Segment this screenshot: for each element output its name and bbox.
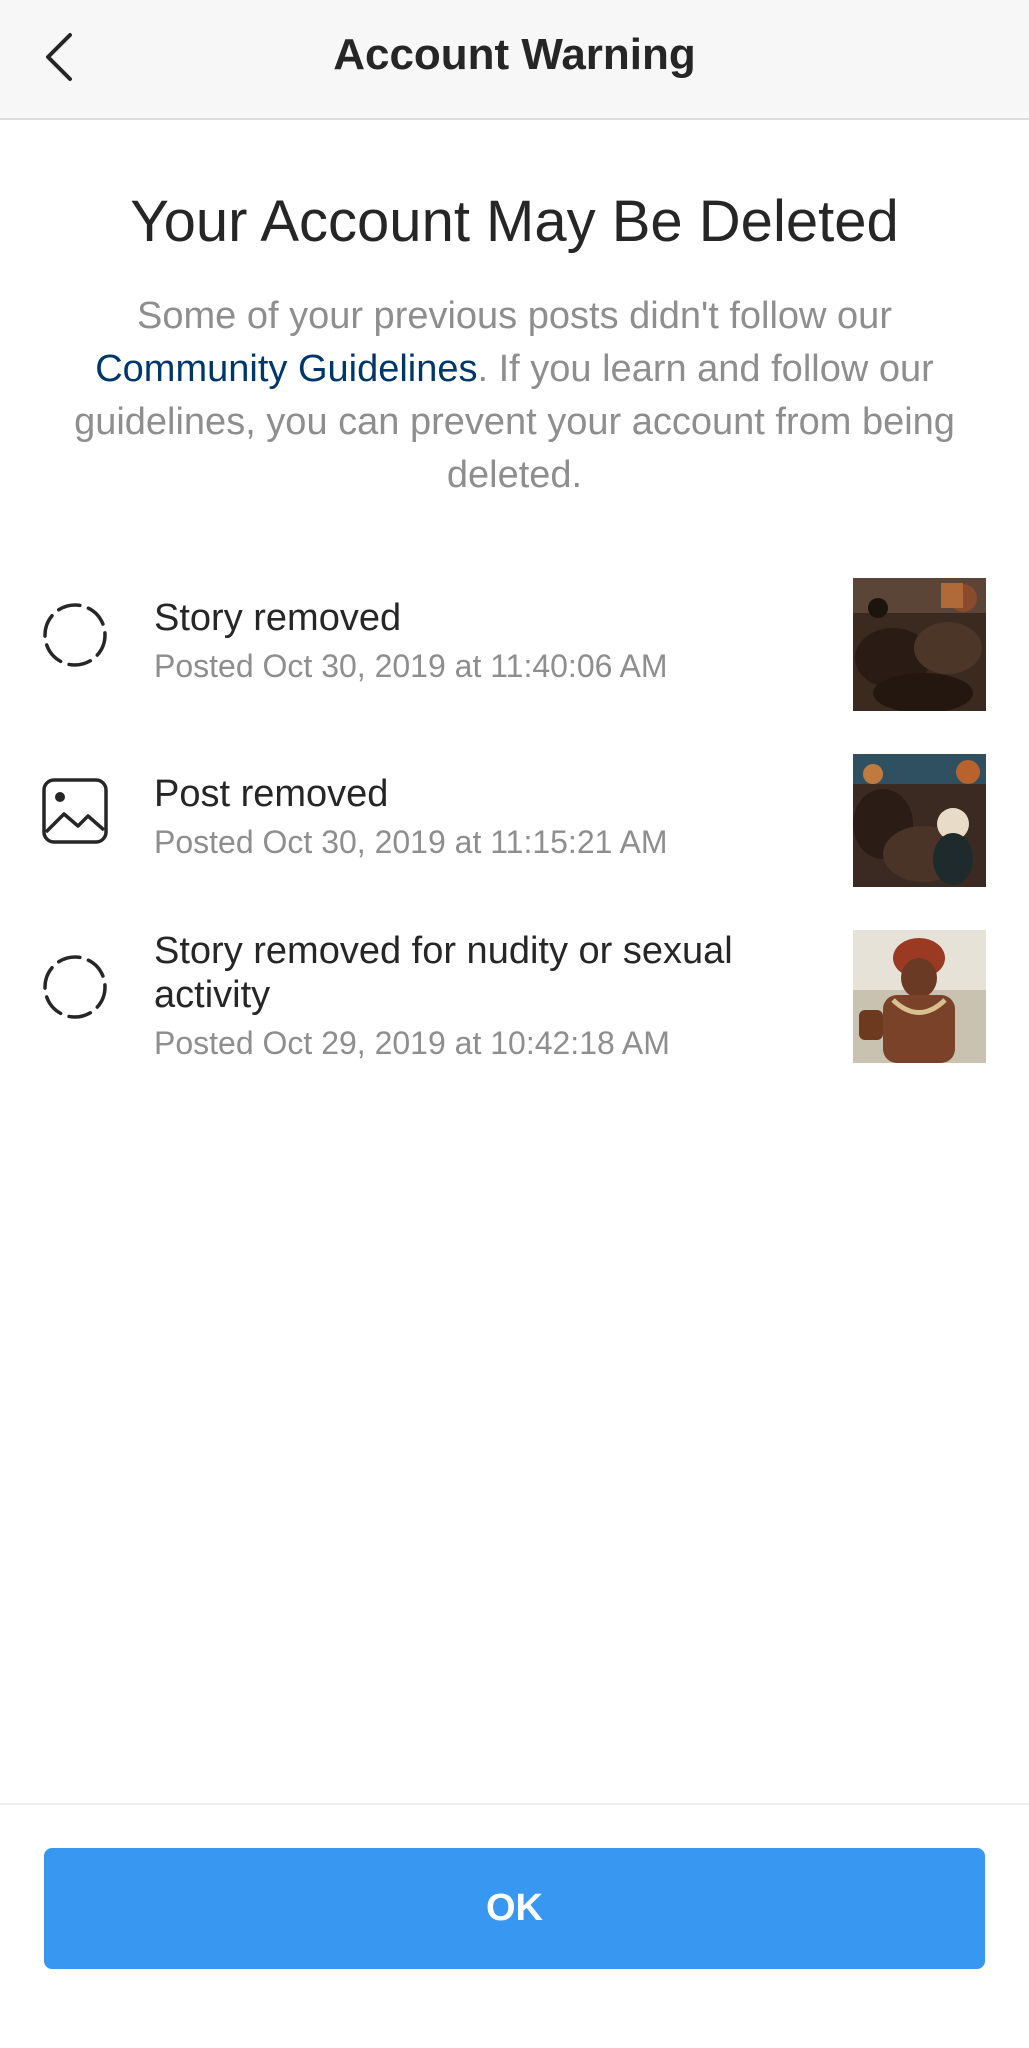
description-text-1: Some of your previous posts didn't follo…	[137, 295, 892, 337]
story-dashed-circle-icon	[43, 603, 107, 667]
thumbnail-image	[853, 930, 986, 1063]
thumbnail-image	[853, 754, 986, 887]
ok-button[interactable]: OK	[44, 1848, 985, 1969]
header-title: Account Warning	[333, 30, 696, 79]
item-text: Story removed Posted Oct 30, 2019 at 11:…	[154, 596, 794, 686]
story-dashed-circle-icon	[43, 955, 107, 1019]
removed-content-item: Story removed Posted Oct 30, 2019 at 11:…	[0, 578, 1029, 718]
thumbnail-image	[853, 578, 986, 711]
header-bar: Account Warning	[0, 0, 1029, 120]
content-thumbnail[interactable]	[853, 930, 986, 1063]
item-title: Post removed	[154, 773, 389, 815]
footer-divider	[0, 1803, 1029, 1805]
page-title: Your Account May Be Deleted	[130, 189, 899, 254]
item-title: Story removed	[154, 597, 402, 639]
item-title: Story removed for nudity or sexual activ…	[154, 930, 733, 1016]
photo-icon	[42, 778, 108, 844]
item-text: Story removed for nudity or sexual activ…	[154, 929, 794, 1063]
item-timestamp: Posted Oct 30, 2019 at 11:15:21 AM	[154, 824, 668, 860]
community-guidelines-link[interactable]: Community Guidelines	[95, 348, 477, 390]
removed-content-item: Post removed Posted Oct 30, 2019 at 11:1…	[0, 754, 1029, 894]
item-text: Post removed Posted Oct 30, 2019 at 11:1…	[154, 772, 794, 862]
item-timestamp: Posted Oct 29, 2019 at 10:42:18 AM	[154, 1025, 670, 1061]
item-timestamp: Posted Oct 30, 2019 at 11:40:06 AM	[154, 648, 668, 684]
warning-description: Some of your previous posts didn't follo…	[40, 290, 989, 502]
removed-content-item: Story removed for nudity or sexual activ…	[0, 930, 1029, 1070]
content-thumbnail[interactable]	[853, 578, 986, 711]
content-thumbnail[interactable]	[853, 754, 986, 887]
